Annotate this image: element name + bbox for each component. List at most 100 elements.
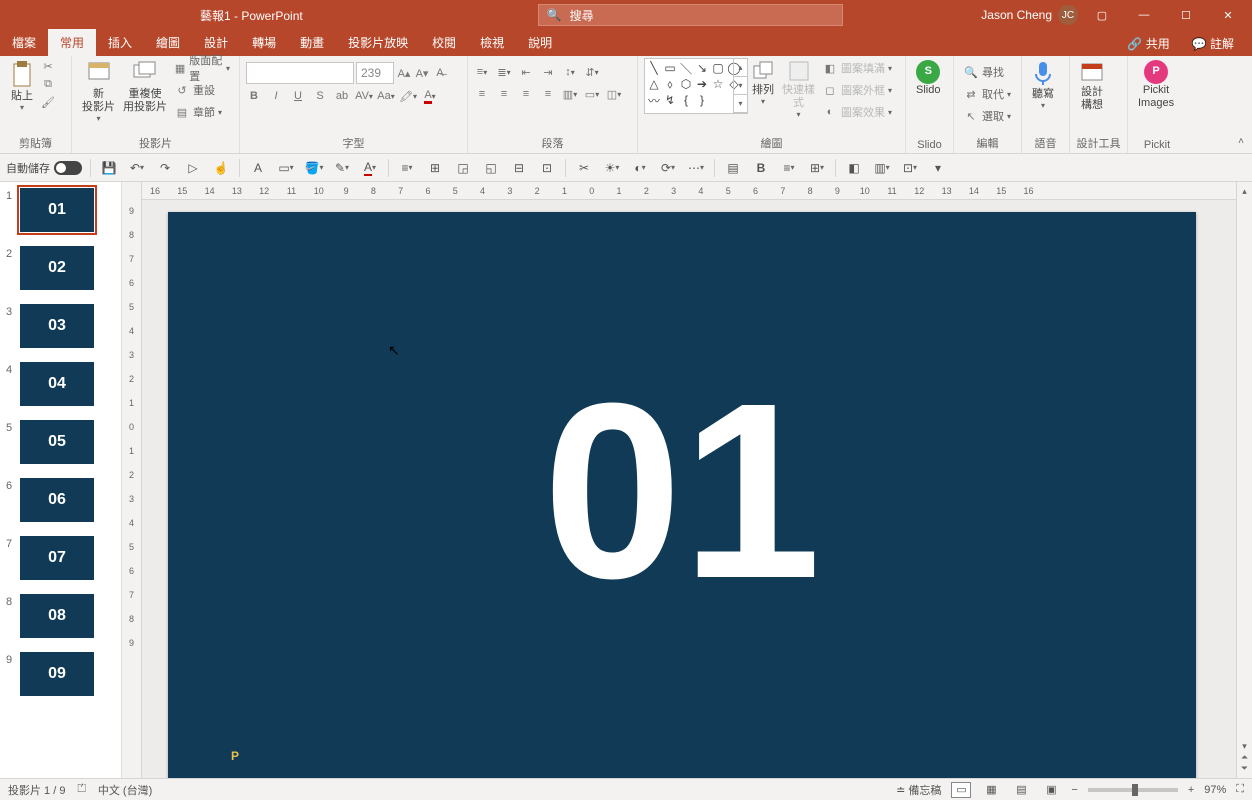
change-case-icon[interactable]: Aa▾ — [378, 88, 394, 104]
bold-icon[interactable]: B — [246, 88, 262, 104]
slide[interactable]: 01 P — [168, 212, 1196, 778]
layout-button[interactable]: ▦版面配置▾ — [171, 58, 233, 78]
thumb-preview[interactable]: 01 — [20, 188, 94, 232]
section-button[interactable]: ▤章節▾ — [171, 102, 233, 122]
undo-icon[interactable]: ↶▾ — [127, 158, 147, 178]
slido-button[interactable]: S Slido — [912, 58, 944, 99]
notes-button[interactable]: ≐ 備忘稿 — [896, 782, 941, 798]
thumbnail-item[interactable]: 606 — [0, 478, 121, 522]
vertical-scrollbar[interactable]: ▴ ▾ ⏶ ⏷ — [1236, 182, 1252, 778]
thumb-preview[interactable]: 04 — [20, 362, 94, 406]
brightness-icon[interactable]: ☀▾ — [602, 158, 622, 178]
smartart-icon[interactable]: ◫▾ — [606, 86, 622, 102]
customize-qat-icon[interactable]: ▾ — [928, 158, 948, 178]
rotate-icon[interactable]: ⟳▾ — [658, 158, 678, 178]
shape-line-icon[interactable]: ╲ — [647, 61, 661, 75]
tab-slideshow[interactable]: 投影片放映 — [336, 29, 420, 56]
thumb-preview[interactable]: 09 — [20, 652, 94, 696]
reading-view-icon[interactable]: ▤ — [1011, 782, 1031, 798]
arrange-button[interactable]: 排列▾ — [748, 58, 778, 109]
thumbnail-pane[interactable]: 101202303404505606707808909 — [0, 182, 122, 778]
align-center-icon[interactable]: ≡ — [496, 86, 512, 102]
slide-canvas-area[interactable]: 01 P ↖ — [142, 200, 1236, 778]
merge-icon[interactable]: ◧ — [844, 158, 864, 178]
shape-arrow-icon[interactable]: ↘ — [695, 61, 709, 75]
align2-icon[interactable]: ▥▾ — [872, 158, 892, 178]
search-box[interactable]: 🔍 搜尋 — [538, 4, 843, 26]
design-ideas-button[interactable]: 設計 構想 — [1076, 58, 1108, 114]
tab-review[interactable]: 校閱 — [420, 29, 468, 56]
zoom-level[interactable]: 97% — [1204, 784, 1226, 796]
shadow-icon[interactable]: ab — [334, 88, 350, 104]
bring-forward-icon[interactable]: ◲ — [453, 158, 473, 178]
justify-icon[interactable]: ≡ — [540, 86, 556, 102]
shape-arrow-r-icon[interactable]: ⬨ — [663, 77, 677, 91]
color-icon[interactable]: ◐▾ — [630, 158, 650, 178]
bold2-icon[interactable]: B — [751, 158, 771, 178]
shape-draw-icon[interactable]: ▭▾ — [276, 158, 296, 178]
shape-arrow2-icon[interactable]: ➔ — [695, 77, 709, 91]
thumbnail-item[interactable]: 707 — [0, 536, 121, 580]
slide-counter[interactable]: 投影片 1 / 9 — [8, 782, 65, 798]
strike-icon[interactable]: S — [312, 88, 328, 104]
close-button[interactable]: ✕ — [1210, 0, 1246, 30]
pickit-button[interactable]: P Pickit Images — [1134, 58, 1178, 112]
thumbnail-item[interactable]: 808 — [0, 594, 121, 638]
font-color-icon[interactable]: A▾ — [422, 88, 438, 104]
thumb-preview[interactable]: 02 — [20, 246, 94, 290]
thumb-preview[interactable]: 03 — [20, 304, 94, 348]
paste-button[interactable]: 貼上▾ — [6, 58, 38, 115]
redo-icon[interactable]: ↷ — [155, 158, 175, 178]
dedent-icon[interactable]: ⇤ — [518, 64, 534, 80]
gallery-down-icon[interactable]: ▾ — [734, 77, 747, 95]
char-spacing-icon[interactable]: AV▾ — [356, 88, 372, 104]
indent-icon[interactable]: ⇥ — [540, 64, 556, 80]
thumbnail-item[interactable]: 505 — [0, 420, 121, 464]
touch-mode-icon[interactable]: ☝ — [211, 158, 231, 178]
shape-fill2-icon[interactable]: 🪣▾ — [304, 158, 324, 178]
shape-conn-icon[interactable]: ↯ — [663, 93, 677, 107]
sorter-view-icon[interactable]: ▦ — [981, 782, 1001, 798]
bullets-icon[interactable]: ≡▾ — [474, 64, 490, 80]
new-slide-button[interactable]: 新 投影片▾ — [78, 58, 119, 126]
italic-icon[interactable]: I — [268, 88, 284, 104]
tab-help[interactable]: 說明 — [516, 29, 564, 56]
thumbnail-item[interactable]: 202 — [0, 246, 121, 290]
thumbnail-item[interactable]: 303 — [0, 304, 121, 348]
font-name-input[interactable] — [246, 62, 354, 84]
reset-button[interactable]: ↺重設 — [171, 80, 233, 100]
group-icon[interactable]: ⊞ — [425, 158, 445, 178]
dictate-button[interactable]: 聽寫▾ — [1028, 58, 1058, 113]
shape-effects-button[interactable]: ◐圖案效果▾ — [819, 102, 895, 122]
tab-view[interactable]: 檢視 — [468, 29, 516, 56]
shape-brace-r-icon[interactable]: } — [695, 93, 709, 107]
tab-draw[interactable]: 繪圖 — [144, 29, 192, 56]
shapes-gallery[interactable]: ╲ ▭ ＼ ↘ ▢ ◯ △ ⬨ ⬡ ➔ ☆ ◇ 〰 ↯ { } ▴▾▾ — [644, 58, 748, 114]
shape-fill-button[interactable]: ◧圖案填滿▾ — [819, 58, 895, 78]
shape-brace-l-icon[interactable]: { — [679, 93, 693, 107]
align-objects-icon[interactable]: ⊟ — [509, 158, 529, 178]
cut-icon[interactable]: ✂ — [40, 58, 56, 74]
shape-outline2-icon[interactable]: ✎▾ — [332, 158, 352, 178]
find-button[interactable]: 🔍尋找 — [960, 62, 1014, 82]
shape-tri-icon[interactable]: △ — [647, 77, 661, 91]
share-button[interactable]: 🔗 共用 — [1119, 31, 1177, 56]
thumb-preview[interactable]: 06 — [20, 478, 94, 522]
font-color2-icon[interactable]: A▾ — [360, 158, 380, 178]
size-icon[interactable]: ⊡▾ — [900, 158, 920, 178]
select-button[interactable]: ↖選取▾ — [960, 106, 1014, 126]
language-status[interactable]: 中文 (台灣) — [98, 782, 152, 798]
line-spacing-icon[interactable]: ↕▾ — [562, 64, 578, 80]
quick-styles-button[interactable]: 快速樣 式▾ — [778, 58, 819, 122]
avatar[interactable]: JC — [1058, 5, 1078, 25]
reuse-slides-button[interactable]: 重複使 用投影片 — [119, 58, 171, 116]
format-painter-icon[interactable]: 🖌 — [40, 94, 56, 110]
thumbnail-item[interactable]: 101 — [0, 188, 121, 232]
replace-button[interactable]: ⇄取代▾ — [960, 84, 1014, 104]
user-name[interactable]: Jason Cheng — [981, 8, 1052, 22]
send-backward-icon[interactable]: ◱ — [481, 158, 501, 178]
scroll-down-icon[interactable]: ▾ — [1242, 741, 1247, 752]
next-slide-icon[interactable]: ⏷ — [1241, 763, 1248, 774]
thumb-preview[interactable]: 07 — [20, 536, 94, 580]
maximize-button[interactable]: ☐ — [1168, 0, 1204, 30]
